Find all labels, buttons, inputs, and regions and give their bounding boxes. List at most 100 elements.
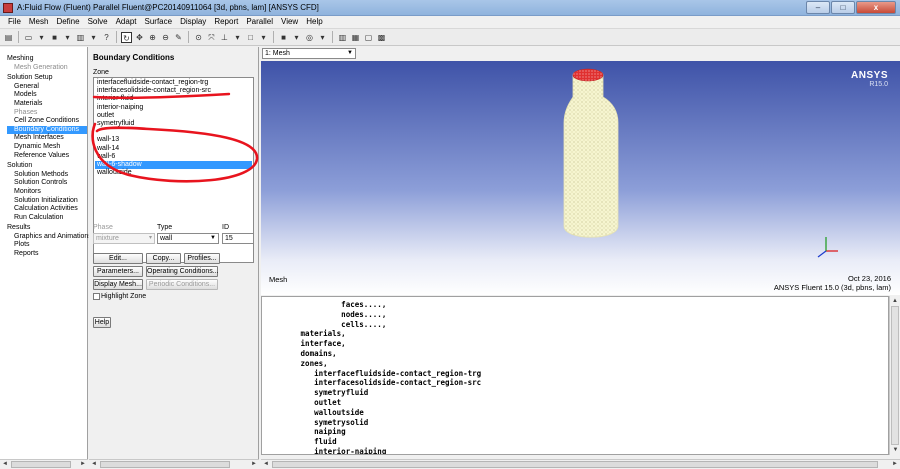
zone-item[interactable]: interfacefluidside-contact_region-trg [95,79,252,87]
tree-item[interactable]: Calculation Activities [7,205,87,214]
tree-group[interactable]: Meshing [7,55,87,64]
folder-icon[interactable]: ▭ [23,32,34,43]
scroll-left-icon[interactable]: ◄ [0,460,10,469]
save-icon[interactable]: ■ [49,32,60,43]
menu-adapt[interactable]: Adapt [112,16,141,28]
tree-item[interactable]: Run Calculation [7,214,87,223]
zone-item[interactable]: wall-6 [95,153,252,161]
tree-item[interactable]: Cell Zone Conditions [7,117,87,126]
tree-item[interactable]: General [7,83,87,92]
tree-hscrollbar[interactable]: ◄ ► [0,459,88,469]
print-icon[interactable]: ▥ [75,32,86,43]
rotate-icon[interactable]: ↻ [121,31,132,43]
split-view-icon[interactable]: ▥ [337,32,348,43]
console-scrollbar[interactable]: ▲ ▼ [889,296,900,455]
tree-group[interactable]: Results [7,224,87,233]
tree-item[interactable]: Materials [7,100,87,109]
zone-item[interactable]: wall-14 [95,145,252,153]
menu-parallel[interactable]: Parallel [242,16,277,28]
graphics-window[interactable]: ANSYS R15.0 Mesh Oct 23, 2016 ANSYS Flue… [261,61,900,295]
tree-group[interactable]: Solution [7,162,87,171]
menu-solve[interactable]: Solve [84,16,112,28]
zone-item[interactable]: interfacesolidside-contact_region-src [95,87,252,95]
pan-icon[interactable]: ✥ [134,32,145,43]
console-scroll-thumb[interactable] [891,306,899,445]
tree-item[interactable]: Monitors [7,188,87,197]
menu-display[interactable]: Display [176,16,210,28]
zone-item[interactable]: symetryfluid [95,120,252,128]
scroll-left-icon[interactable]: ◄ [261,460,271,469]
tree-item[interactable]: Plots [7,241,87,250]
zone-item[interactable]: walloutside [95,169,252,177]
edit-button[interactable]: Edit... [93,253,143,264]
menu-define[interactable]: Define [52,16,83,28]
menu-mesh[interactable]: Mesh [25,16,53,28]
single-view-icon[interactable]: ▢ [363,32,374,43]
tree-item[interactable]: Models [7,91,87,100]
menu-report[interactable]: Report [210,16,242,28]
chevron-down-icon[interactable]: ▾ [291,32,302,43]
tree-item[interactable]: Reports [7,250,87,259]
copy-button[interactable]: Copy... [146,253,181,264]
window-icon[interactable]: □ [245,32,256,43]
scroll-right-icon[interactable]: ► [78,460,88,469]
scroll-left-icon[interactable]: ◄ [89,460,99,469]
menu-surface[interactable]: Surface [141,16,177,28]
panel-scroll-thumb[interactable] [100,461,230,468]
maximize-button[interactable]: □ [831,1,855,14]
chevron-down-icon[interactable]: ▾ [36,32,47,43]
panel-hscrollbar[interactable]: ◄ ► [89,459,259,469]
menu-help[interactable]: Help [302,16,326,28]
text-console[interactable]: faces...., nodes...., cells...., materia… [261,296,889,455]
axes-icon[interactable]: ⊥ [219,32,230,43]
scroll-down-icon[interactable]: ▼ [890,445,900,455]
scroll-right-icon[interactable]: ► [890,460,900,469]
tree-item[interactable]: Solution Controls [7,179,87,188]
id-field[interactable]: 15 [222,233,254,244]
scroll-up-icon[interactable]: ▲ [890,296,900,306]
type-select[interactable]: wall ▼ [157,233,219,244]
open-icon[interactable]: ▤ [3,32,14,43]
zone-item[interactable]: outlet [95,112,252,120]
menu-view[interactable]: View [277,16,302,28]
parameters-button[interactable]: Parameters... [93,266,143,277]
tree-item[interactable]: Dynamic Mesh [7,143,87,152]
menu-file[interactable]: File [4,16,25,28]
tree-scroll-thumb[interactable] [11,461,71,468]
zone-item[interactable] [95,128,252,136]
tree-item[interactable]: Solution Initialization [7,197,87,206]
zone-item[interactable]: wall-13 [95,136,252,144]
operating-conditions-button[interactable]: Operating Conditions... [146,266,219,277]
zoom-out-icon[interactable]: ⊖ [160,32,171,43]
view-select[interactable]: 1: Mesh ▼ [262,48,356,59]
chevron-down-icon[interactable]: ▾ [62,32,73,43]
profiles-button[interactable]: Profiles... [184,253,220,264]
close-button[interactable]: x [856,1,896,14]
tree-item[interactable]: Reference Values [7,152,87,161]
help-button[interactable]: Help [93,317,111,328]
zoom-in-icon[interactable]: ⊕ [147,32,158,43]
tile-view-icon[interactable]: ▦ [350,32,361,43]
chevron-down-icon[interactable]: ▾ [258,32,269,43]
minimize-button[interactable]: – [806,1,830,14]
chevron-down-icon[interactable]: ▾ [232,32,243,43]
zone-item[interactable]: wall-6-shadow [95,161,252,170]
console-hscroll-thumb[interactable] [272,461,878,468]
chevron-down-icon[interactable]: ▾ [88,32,99,43]
zone-item[interactable]: interior-fluid [95,95,252,103]
phase-select[interactable]: mixture ▾ [93,233,155,244]
scroll-right-icon[interactable]: ► [249,460,259,469]
zone-item[interactable]: interior-naiping [95,104,252,112]
help-icon[interactable]: ? [101,32,112,43]
tree-item[interactable]: Mesh Interfaces [7,134,87,143]
display-mesh-button[interactable]: Display Mesh... [93,279,143,290]
highlight-zone-checkbox[interactable] [93,293,100,300]
console-hscrollbar[interactable]: ◄ ► [261,459,900,469]
tree-item[interactable]: Solution Methods [7,171,87,180]
probe-icon[interactable]: ✎ [173,32,184,43]
lights-icon[interactable]: ◎ [304,32,315,43]
tree-group[interactable]: Solution Setup [7,74,87,83]
orient-icon[interactable]: ⤧ [206,32,217,43]
grid-view-icon[interactable]: ▩ [376,32,387,43]
layout-icon[interactable]: ■ [278,32,289,43]
